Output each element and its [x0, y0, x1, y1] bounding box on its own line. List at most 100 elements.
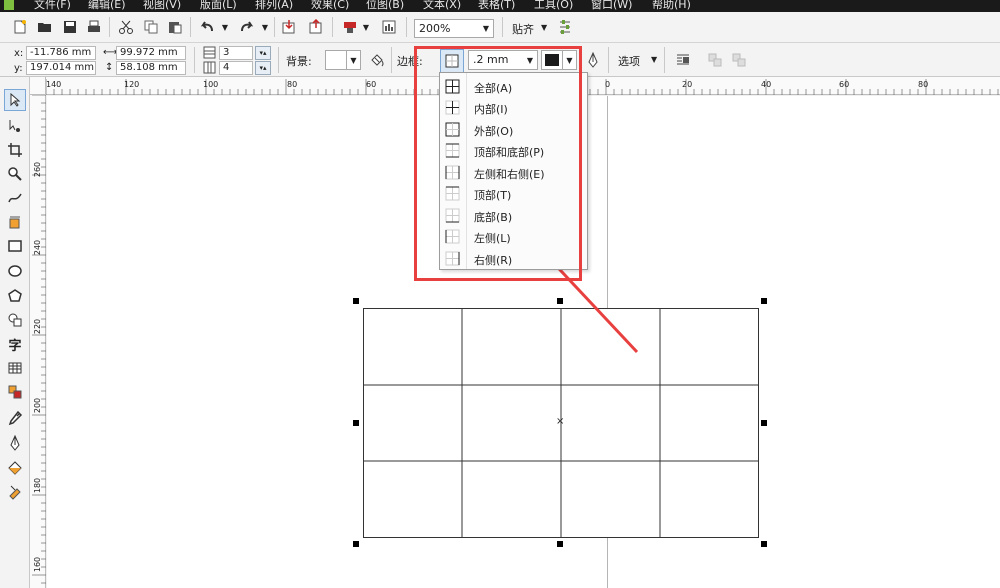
redo-icon[interactable]	[236, 16, 258, 38]
basic-shapes-tool-icon[interactable]	[4, 309, 26, 331]
outline-pen-icon[interactable]	[582, 49, 604, 71]
copy-icon[interactable]	[140, 16, 162, 38]
export-icon[interactable]	[305, 16, 327, 38]
menu-layout[interactable]: 版面(L)	[200, 0, 237, 12]
background-color-picker[interactable]: ▼	[325, 50, 361, 70]
x-position-field[interactable]: -11.786 mm	[26, 46, 96, 60]
menu-file[interactable]: 文件(F)	[34, 0, 71, 12]
column-spinner[interactable]: ▾▴	[255, 61, 271, 75]
interactive-fill-tool-icon[interactable]	[4, 481, 26, 503]
zoom-level-value: 200%	[419, 22, 451, 35]
ruler-label: 120	[124, 80, 140, 89]
save-icon[interactable]	[59, 16, 81, 38]
toolbar-separator	[274, 17, 275, 37]
selection-handle[interactable]	[761, 298, 767, 304]
background-label: 背景:	[286, 55, 312, 68]
split-cells-icon	[728, 49, 750, 71]
ruler-label: 60	[839, 80, 850, 89]
row-spinner[interactable]: ▾▴	[255, 46, 271, 60]
menu-edit[interactable]: 编辑(E)	[88, 0, 126, 12]
object-width-field[interactable]: 99.972 mm	[116, 46, 186, 60]
options-button[interactable]: 选项	[618, 53, 640, 69]
toolbar-separator	[109, 17, 110, 37]
vertical-ruler[interactable]: 260 240 220 200 180 160	[30, 95, 46, 588]
ruler-label: 240	[33, 239, 43, 256]
crop-tool-icon[interactable]	[4, 139, 26, 161]
zoom-tool-icon[interactable]	[4, 163, 26, 185]
text-tool-icon[interactable]: 字	[4, 333, 26, 355]
cut-icon[interactable]	[115, 16, 137, 38]
polygon-tool-icon[interactable]	[4, 285, 26, 307]
menu-arrange[interactable]: 排列(A)	[255, 0, 293, 12]
ruler-label: 220	[33, 318, 43, 335]
freehand-tool-icon[interactable]	[4, 187, 26, 209]
welcome-screen-icon[interactable]	[378, 16, 400, 38]
menu-tools[interactable]: 工具(O)	[534, 0, 573, 12]
menu-help[interactable]: 帮助(H)	[652, 0, 691, 12]
shape-tool-icon[interactable]	[4, 115, 26, 137]
toolbar-separator	[391, 47, 392, 73]
open-icon[interactable]	[34, 16, 56, 38]
object-height-field[interactable]: 58.108 mm	[116, 61, 186, 75]
x-position-label: x:	[14, 48, 24, 59]
table-tool-icon[interactable]	[4, 357, 26, 379]
rows-icon	[203, 46, 216, 62]
ruler-origin[interactable]	[30, 77, 46, 95]
menu-view[interactable]: 视图(V)	[143, 0, 181, 12]
toolbar-separator	[278, 47, 279, 73]
standard-toolbar: ▼ ▼ ▼ 200% ▼ 贴齐 ▼	[0, 12, 1000, 43]
height-icon: ↕	[105, 62, 114, 73]
menu-bitmaps[interactable]: 位图(B)	[366, 0, 404, 12]
text-wrap-icon[interactable]	[672, 49, 694, 71]
selection-handle[interactable]	[761, 541, 767, 547]
toolbar-separator	[664, 47, 665, 73]
annotation-highlight-box	[414, 46, 582, 281]
ruler-label: 100	[203, 80, 219, 89]
selection-handle[interactable]	[353, 298, 359, 304]
redo-dropdown-icon[interactable]: ▼	[259, 16, 271, 38]
snap-to-button[interactable]: 贴齐	[512, 21, 534, 37]
app-logo-icon	[4, 0, 14, 10]
ruler-label: 260	[33, 161, 43, 178]
pick-tool-icon[interactable]	[4, 89, 26, 111]
snap-dropdown-icon[interactable]: ▼	[541, 23, 547, 32]
undo-icon[interactable]	[196, 16, 218, 38]
rectangle-tool-icon[interactable]	[4, 235, 26, 257]
parallel-dimension-tool-icon[interactable]	[4, 381, 26, 403]
y-position-label: y:	[14, 63, 23, 74]
eyedropper-tool-icon[interactable]	[4, 407, 26, 429]
ruler-label: 80	[918, 80, 929, 89]
y-position-field[interactable]: 197.014 mm	[26, 61, 96, 75]
ellipse-tool-icon[interactable]	[4, 260, 26, 282]
selection-handle[interactable]	[557, 541, 563, 547]
fill-tool-icon[interactable]	[4, 457, 26, 479]
print-icon[interactable]	[83, 16, 105, 38]
zoom-level-select[interactable]: 200% ▼	[414, 19, 494, 38]
ruler-label: 180	[33, 477, 43, 494]
toolbar-separator	[190, 17, 191, 37]
column-count-field[interactable]: 4	[219, 61, 253, 75]
ruler-label: 20	[682, 80, 693, 89]
menu-bar: 文件(F) 编辑(E) 视图(V) 版面(L) 排列(A) 效果(C) 位图(B…	[0, 0, 1000, 12]
new-document-icon[interactable]	[9, 16, 31, 38]
menu-text[interactable]: 文本(X)	[423, 0, 461, 12]
edit-fill-icon[interactable]	[366, 49, 388, 71]
menu-table[interactable]: 表格(T)	[478, 0, 515, 12]
selection-handle[interactable]	[761, 420, 767, 426]
chevron-down-icon: ▼	[346, 51, 360, 69]
row-count-field[interactable]: 3	[219, 46, 253, 60]
launcher-dropdown-icon[interactable]: ▼	[360, 16, 372, 38]
ruler-label: 40	[761, 80, 772, 89]
outline-tool-icon[interactable]	[4, 432, 26, 454]
selection-handle[interactable]	[353, 541, 359, 547]
undo-dropdown-icon[interactable]: ▼	[219, 16, 231, 38]
selection-handle[interactable]	[353, 420, 359, 426]
options-dropdown-icon[interactable]: ▼	[651, 55, 657, 64]
import-icon[interactable]	[278, 16, 300, 38]
paste-icon[interactable]	[164, 16, 186, 38]
options-icon[interactable]	[554, 16, 576, 38]
smart-fill-tool-icon[interactable]	[4, 211, 26, 233]
menu-effects[interactable]: 效果(C)	[311, 0, 349, 12]
application-launcher-icon[interactable]	[339, 16, 361, 38]
menu-window[interactable]: 窗口(W)	[591, 0, 632, 12]
